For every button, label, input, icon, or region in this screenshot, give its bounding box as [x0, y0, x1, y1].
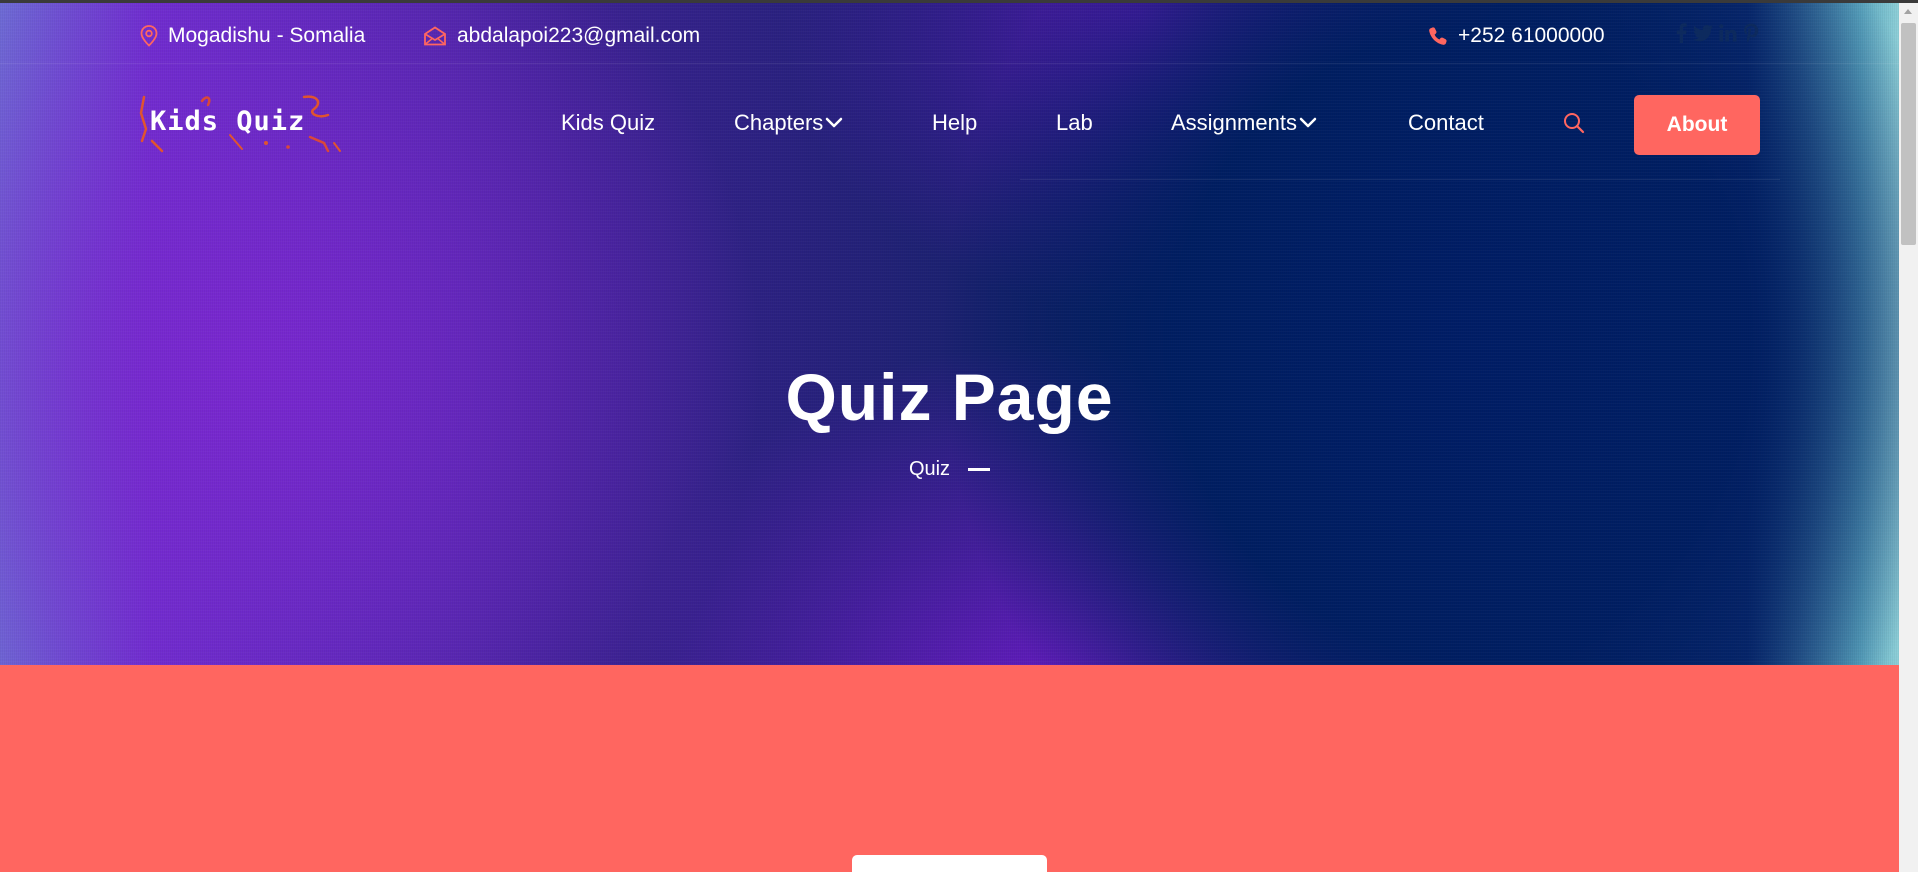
chevron-down-icon	[1299, 117, 1317, 129]
content-card	[852, 855, 1047, 872]
about-button[interactable]: About	[1634, 95, 1760, 155]
topbar-divider	[0, 63, 1899, 64]
map-pin-icon	[140, 25, 158, 47]
nav-lab[interactable]: Lab	[1056, 107, 1093, 139]
linkedin-icon[interactable]	[1719, 24, 1737, 42]
header-divider	[1020, 179, 1780, 180]
scrollbar-thumb[interactable]	[1901, 23, 1916, 245]
site-logo[interactable]: Kids Quiz	[138, 93, 343, 155]
nav-label: Lab	[1056, 110, 1093, 135]
nav-help[interactable]: Help	[932, 107, 977, 139]
breadcrumb-item[interactable]: Quiz	[909, 458, 950, 481]
page: Mogadishu - Somalia abdalapoi223@gmail.c…	[0, 0, 1918, 872]
breadcrumb: Quiz	[0, 458, 1899, 481]
nav-label: Contact	[1408, 110, 1484, 135]
phone-icon	[1428, 26, 1448, 46]
logo-text: Kids Quiz	[150, 106, 306, 137]
location-text: Mogadishu - Somalia	[168, 24, 366, 47]
nav-label: Kids Quiz	[561, 110, 656, 135]
nav-label: Help	[932, 110, 978, 135]
facebook-icon[interactable]	[1676, 23, 1687, 43]
twitter-icon[interactable]	[1693, 24, 1713, 42]
social-links	[1676, 23, 1759, 43]
scroll-up-arrow-icon[interactable]	[1904, 9, 1912, 14]
email-text[interactable]: abdalapoi223@gmail.com	[457, 24, 700, 48]
search-icon[interactable]	[1562, 111, 1586, 135]
nav-label: Assignments	[1171, 110, 1297, 135]
hero-section: Mogadishu - Somalia abdalapoi223@gmail.c…	[0, 3, 1899, 665]
breadcrumb-separator	[968, 468, 991, 471]
nav-chapters[interactable]: Chapters	[734, 107, 843, 139]
email-info[interactable]: abdalapoi223@gmail.com	[423, 21, 700, 51]
envelope-icon	[423, 26, 447, 46]
chevron-down-icon	[825, 117, 843, 129]
nav-assignments[interactable]: Assignments	[1171, 107, 1317, 139]
page-title: Quiz Page	[785, 360, 1114, 434]
pinterest-icon[interactable]	[1743, 23, 1759, 43]
nav-kids-quiz[interactable]: Kids Quiz	[561, 107, 655, 139]
location-info: Mogadishu - Somalia	[140, 21, 365, 51]
phone-info[interactable]: +252 61000000	[1428, 21, 1605, 51]
scrollbar[interactable]	[1899, 3, 1918, 872]
nav-contact[interactable]: Contact	[1408, 107, 1484, 139]
phone-text[interactable]: +252 61000000	[1458, 24, 1605, 48]
nav-label: Chapters	[734, 110, 824, 135]
